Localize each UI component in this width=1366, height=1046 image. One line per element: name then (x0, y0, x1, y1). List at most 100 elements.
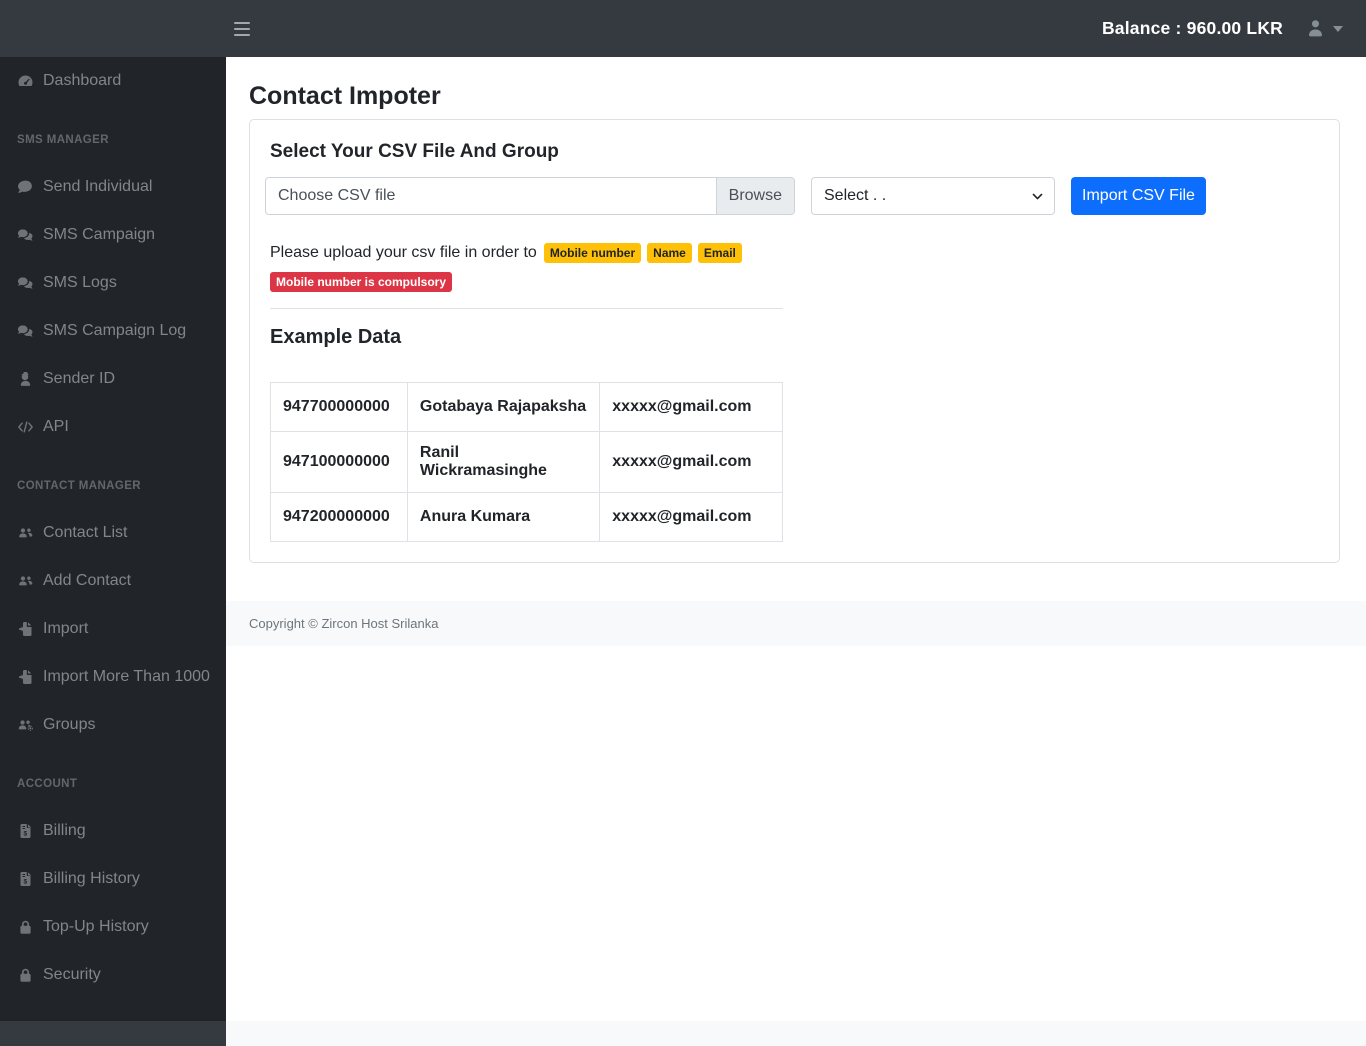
table-cell: xxxxx@gmail.com (599, 382, 783, 432)
table-cell: Anura Kumara (406, 492, 601, 542)
table-row: 947100000000 Ranil Wickramasinghe xxxxx@gm… (270, 431, 783, 493)
order-badge: Name (647, 243, 692, 263)
warning-badge: Mobile number is compulsory (270, 272, 453, 292)
main-area: Contact Impoter Select Your CSV File And… (226, 57, 1366, 1021)
warning-line: Mobile number is compulsory (270, 272, 783, 292)
code-icon (16, 419, 35, 436)
import-form-row: Choose CSV file Browse Select . . Import… (265, 177, 1319, 215)
balance-label: Balance : 960.00 LKR (1101, 18, 1283, 38)
topbar-right: Balance : 960.00 LKR (1102, 18, 1366, 39)
table-cell: Ranil Wickramasinghe (406, 431, 601, 493)
sidebar-item-billing[interactable]: $ Billing (0, 807, 226, 855)
sidebar-section-header: CONTACT MANAGER (17, 480, 141, 492)
example-table-body: 947700000000 Gotabaya Rajapaksha xxxxx@gma… (270, 382, 783, 542)
users-icon (16, 573, 35, 590)
sidebar-item-label: Dashboard (43, 72, 122, 89)
sidebar-item-send-individual[interactable]: Send Individual (0, 163, 226, 211)
example-data-heading: Example Data (270, 326, 402, 348)
csv-file-placeholder: Choose CSV file (278, 187, 396, 204)
order-badges: Mobile number Name Email (543, 243, 742, 263)
comments-icon (16, 323, 35, 340)
table-cell: Gotabaya Rajapaksha (406, 382, 601, 432)
sidebar-item-label: Add Contact (43, 572, 132, 589)
hint-line: Please upload your csv file in order to … (270, 243, 783, 263)
sidebar-item-label: Import More Than 1000 (43, 668, 210, 685)
page-title: Contact Impoter (249, 82, 441, 110)
sidebar-item-label: API (43, 418, 69, 435)
sidebar-item-billing-history[interactable]: $ Billing History (0, 855, 226, 903)
users-cog-icon (16, 717, 35, 734)
dashboard-icon (16, 73, 35, 90)
sidebar-item-label: Sender ID (43, 370, 116, 387)
sidebar-item-sms-campaign[interactable]: SMS Campaign (0, 211, 226, 259)
sidebar-item-import[interactable]: Import (0, 605, 226, 653)
sidebar-item-label: Billing (43, 822, 86, 839)
svg-text:$: $ (24, 830, 28, 837)
sidebar-item-label: Import (43, 620, 89, 637)
sidebar-nav: Dashboard SMS MANAGER Send Individual SMS C… (0, 57, 226, 1021)
order-badge: Mobile number (543, 243, 642, 263)
group-select-value: Select . . (824, 187, 887, 204)
sidebar-item-sms-logs[interactable]: SMS Logs (0, 259, 226, 307)
order-badge: Email (697, 243, 742, 263)
browse-button[interactable]: Browse (715, 178, 794, 214)
lock-icon (16, 967, 35, 984)
file-import-icon (16, 621, 35, 638)
comments-icon (16, 227, 35, 244)
comment-icon (16, 179, 35, 196)
app-screen: Balance : 960.00 LKR Dashboard SMS MANAGE… (0, 0, 1366, 1046)
example-data-table: 947700000000 Gotabaya Rajapaksha xxxxx@gma… (270, 382, 783, 542)
sidebar-footer-strip (0, 1021, 226, 1046)
sidebar-item-api[interactable]: API (0, 403, 226, 451)
divider (270, 308, 783, 309)
bars-icon (234, 33, 250, 36)
sidebar-item-sms-campaign-log[interactable]: SMS Campaign Log (0, 307, 226, 355)
user-menu-toggle[interactable] (1305, 18, 1343, 39)
card-title: Select Your CSV File And Group (270, 141, 559, 162)
file-invoice-icon: $ (16, 871, 35, 888)
sidebar-item-import-more-than-1000[interactable]: Import More Than 1000 (0, 653, 226, 701)
instructions-column: Please upload your csv file in order to … (270, 243, 783, 542)
page-bottom-strip (226, 1021, 1366, 1046)
comments-icon (16, 275, 35, 292)
bars-icon (234, 21, 250, 24)
sidebar-item-label: SMS Logs (43, 274, 117, 291)
table-cell: 947100000000 (270, 431, 408, 493)
user-secret-icon (16, 371, 35, 388)
table-cell: 947200000000 (270, 492, 408, 542)
table-cell: xxxxx@gmail.com (599, 492, 783, 542)
bars-icon (234, 27, 250, 30)
sidebar-section-header: SMS MANAGER (17, 134, 109, 146)
menu-toggle-button[interactable] (234, 21, 250, 36)
lock-icon (16, 919, 35, 936)
sidebar-item-add-contact[interactable]: Add Contact (0, 557, 226, 605)
sidebar-item-security[interactable]: Security (0, 951, 226, 999)
sidebar-item-label: Groups (43, 716, 96, 733)
sidebar-item-label: SMS Campaign (43, 226, 156, 243)
sidebar-item-groups[interactable]: Groups (0, 701, 226, 749)
import-csv-button[interactable]: Import CSV File (1071, 177, 1206, 215)
group-select[interactable]: Select . . (811, 177, 1055, 215)
table-cell: xxxxx@gmail.com (599, 431, 783, 493)
sidebar-item-label: Send Individual (43, 178, 153, 195)
sidebar-item-dashboard[interactable]: Dashboard (0, 57, 226, 105)
file-import-icon (16, 669, 35, 686)
sidebar-item-contact-list[interactable]: Contact List (0, 509, 226, 557)
import-card: Select Your CSV File And Group Choose CS… (249, 119, 1340, 563)
caret-down-icon (1333, 25, 1343, 32)
file-invoice-icon: $ (16, 823, 35, 840)
chevron-down-icon (1031, 190, 1044, 208)
table-row: 947200000000 Anura Kumara xxxxx@gmail.com (270, 492, 783, 542)
svg-text:$: $ (24, 878, 28, 885)
users-icon (16, 525, 35, 542)
copyright-text: Copyright © Zircon Host Srilanka (249, 616, 439, 631)
table-row: 947700000000 Gotabaya Rajapaksha xxxxx@gma… (270, 382, 783, 432)
sidebar-item-top-up-history[interactable]: Top-Up History (0, 903, 226, 951)
csv-file-input[interactable]: Choose CSV file Browse (265, 177, 795, 215)
sidebar-item-label: Contact List (43, 524, 128, 541)
main-content: Contact Impoter Select Your CSV File And… (226, 57, 1366, 601)
sidebar-item-sender-id[interactable]: Sender ID (0, 355, 226, 403)
sidebar-item-label: SMS Campaign Log (43, 322, 187, 339)
sidebar-section-header: ACCOUNT (17, 778, 78, 790)
user-icon (1305, 18, 1326, 39)
